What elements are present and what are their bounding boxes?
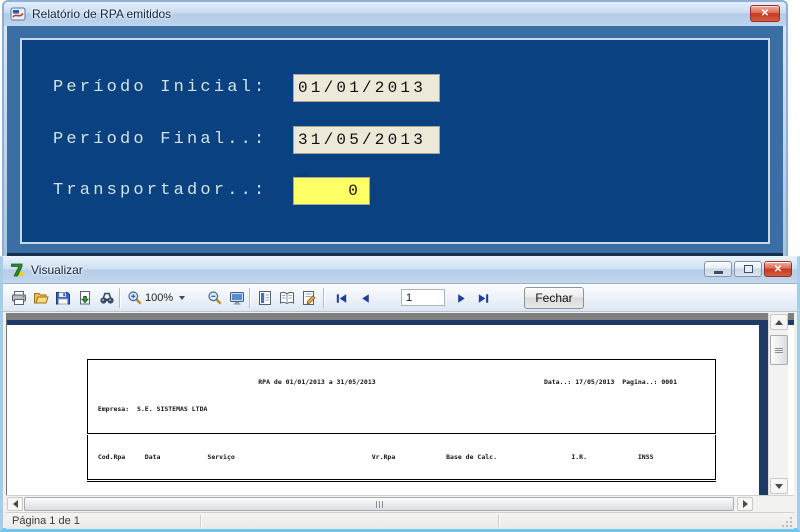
search-button[interactable] <box>97 289 117 307</box>
periodo-final-label: Período Final..: <box>53 126 267 154</box>
vertical-scroll-thumb[interactable] <box>770 335 788 365</box>
statusbar-divider <box>200 515 202 527</box>
dialog-form-panel: Período Inicial: Período Final..: Transp… <box>20 38 770 244</box>
next-page-button[interactable] <box>451 289 471 307</box>
zoom-out-button[interactable] <box>205 289 225 307</box>
arrow-left-icon <box>13 500 18 508</box>
toolbar-separator <box>119 288 121 308</box>
first-page-button[interactable] <box>331 289 351 307</box>
viewer-close-button[interactable]: ✕ <box>764 261 792 277</box>
scroll-left-button[interactable] <box>7 497 23 511</box>
printer-icon <box>11 290 27 306</box>
first-page-icon <box>334 291 349 306</box>
last-page-icon <box>476 291 491 306</box>
form-row-transportador: Transportador..: _ <box>22 177 768 205</box>
report-header-box: RPA de 01/01/2013 a 31/05/2013 Data..: 1… <box>87 359 716 434</box>
minimize-icon <box>714 271 723 274</box>
page-width-view-button[interactable] <box>255 289 275 307</box>
periodo-final-field[interactable] <box>293 126 440 154</box>
page-setup-button[interactable] <box>299 289 319 307</box>
viewer-toolbar: 100% <box>3 284 797 312</box>
vertical-scrollbar[interactable] <box>768 313 788 495</box>
zoom-out-icon <box>207 290 223 306</box>
page-right-edge <box>759 320 768 495</box>
open-folder-icon <box>33 290 49 306</box>
form-row-periodo-inicial: Período Inicial: <box>22 74 768 102</box>
dialog-titlebar[interactable]: Relatório de RPA emitidos ✕ <box>4 2 786 26</box>
viewer-statusbar: Página 1 de 1 <box>6 512 794 529</box>
periodo-inicial-label: Período Inicial: <box>53 74 267 102</box>
form-row-periodo-final: Período Final..: <box>22 126 768 154</box>
app-icon <box>10 6 26 22</box>
floppy-disk-icon <box>55 290 71 306</box>
dialog-client-area: Período Inicial: Período Final..: Transp… <box>7 26 783 256</box>
viewer-app-icon <box>9 262 25 278</box>
horizontal-scrollbar[interactable] <box>6 495 794 512</box>
zoom-level-value: 100% <box>145 292 173 304</box>
zoom-in-icon <box>127 290 143 306</box>
print-button[interactable] <box>9 289 29 307</box>
text-cursor: _ <box>298 158 307 176</box>
next-page-icon <box>454 291 469 306</box>
close-icon: ✕ <box>774 264 782 275</box>
page-edit-icon <box>301 290 317 306</box>
caption-buttons: ✕ <box>704 261 792 277</box>
two-pages-view-button[interactable] <box>277 289 297 307</box>
last-page-button[interactable] <box>473 289 493 307</box>
toolbar-separator <box>323 288 325 308</box>
binoculars-icon <box>99 290 115 306</box>
two-pages-icon <box>279 290 295 306</box>
periodo-inicial-field[interactable] <box>293 74 440 102</box>
transportador-label: Transportador..: <box>53 177 267 205</box>
fechar-button[interactable]: Fechar <box>524 287 584 309</box>
report-company-line: Empresa: S.E. SISTEMAS LTDA <box>90 404 713 415</box>
page-number-input[interactable] <box>401 289 445 306</box>
report-title-line: RPA de 01/01/2013 a 31/05/2013 Data..: 1… <box>90 377 713 388</box>
maximize-icon <box>744 265 753 273</box>
rpa-report-dialog: Relatório de RPA emitidos ✕ Período Inic… <box>2 0 788 256</box>
export-button[interactable] <box>75 289 95 307</box>
statusbar-divider <box>498 515 500 527</box>
preview-background <box>7 313 794 320</box>
resize-grip[interactable] <box>781 516 793 528</box>
page-width-icon <box>257 290 273 306</box>
page-info-text: Página 1 de 1 <box>12 513 80 529</box>
prior-page-icon <box>358 291 373 306</box>
chevron-down-icon <box>179 296 185 300</box>
close-icon: ✕ <box>761 8 769 19</box>
visualizar-window: Visualizar ✕ <box>0 256 800 532</box>
transportador-field[interactable] <box>293 177 370 205</box>
toolbar-separator <box>249 288 251 308</box>
export-page-icon <box>77 290 93 306</box>
dialog-title: Relatório de RPA emitidos <box>32 7 171 21</box>
save-button[interactable] <box>53 289 73 307</box>
arrow-right-icon <box>743 500 748 508</box>
report-preview-area: RPA de 01/01/2013 a 31/05/2013 Data..: 1… <box>6 313 794 495</box>
report-body: 00001 - PIS: CNPJ/CPF: 03341645000186 00… <box>87 485 716 495</box>
report-double-rule <box>87 480 716 482</box>
scroll-up-button[interactable] <box>770 314 788 330</box>
maximize-button[interactable] <box>734 261 762 277</box>
dialog-close-button[interactable]: ✕ <box>750 5 780 22</box>
arrow-up-icon <box>775 320 783 325</box>
scroll-down-button[interactable] <box>770 478 788 494</box>
arrow-down-icon <box>775 484 783 489</box>
horizontal-scroll-thumb[interactable] <box>24 497 734 511</box>
page-top-edge <box>7 320 794 325</box>
monitor-icon <box>229 290 245 306</box>
rpa-report-page: RPA de 01/01/2013 a 31/05/2013 Data..: 1… <box>87 359 716 495</box>
zoom-level-dropdown[interactable]: 100% <box>145 289 197 307</box>
report-column-header: Cod.Rpa Data Serviço Vr.Rpa Base de Calc… <box>87 435 716 480</box>
viewer-title: Visualizar <box>31 263 83 277</box>
desktop: { "dialog": { "title": "Relatório de RPA… <box>0 0 800 532</box>
scroll-right-button[interactable] <box>737 497 753 511</box>
viewer-titlebar[interactable]: Visualizar ✕ <box>3 257 797 284</box>
zoom-in-button[interactable] <box>125 289 145 307</box>
prior-page-button[interactable] <box>355 289 375 307</box>
open-button[interactable] <box>31 289 51 307</box>
full-screen-button[interactable] <box>227 289 247 307</box>
minimize-button[interactable] <box>704 261 732 277</box>
report-columns-line: Cod.Rpa Data Serviço Vr.Rpa Base de Calc… <box>90 452 713 462</box>
